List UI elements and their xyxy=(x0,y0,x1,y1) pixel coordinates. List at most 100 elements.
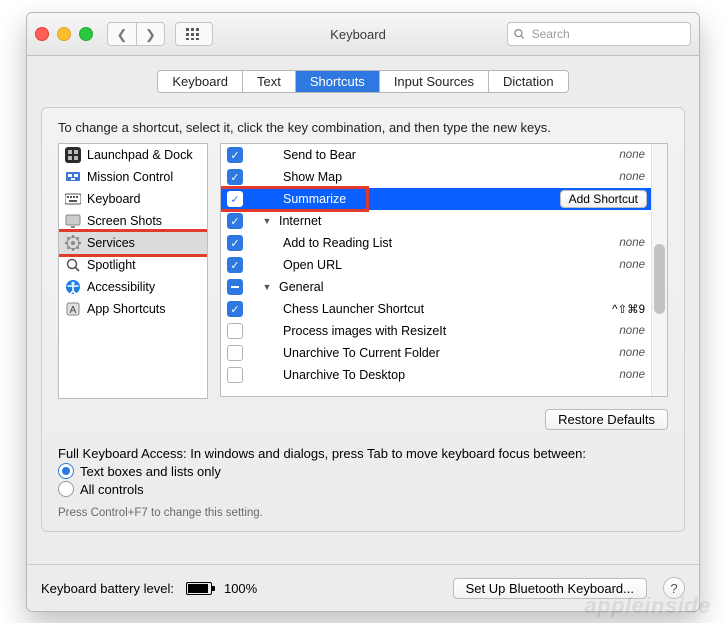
service-item-show-map[interactable]: ✓ Show Map none xyxy=(221,166,651,188)
service-checkbox[interactable]: ✓ xyxy=(227,191,243,207)
service-label: Show Map xyxy=(283,170,565,184)
search-icon xyxy=(514,28,525,40)
restore-defaults-button[interactable]: Restore Defaults xyxy=(545,409,668,430)
disclosure-triangle-icon[interactable]: ▼ xyxy=(261,216,273,226)
mission-icon xyxy=(65,169,81,185)
grid-icon xyxy=(186,28,202,40)
tab-input-sources[interactable]: Input Sources xyxy=(380,71,489,92)
screenshots-icon xyxy=(65,213,81,229)
categories-list[interactable]: Launchpad & Dock Mission Control Keyboard S… xyxy=(58,143,208,399)
service-checkbox[interactable] xyxy=(227,345,243,361)
service-label: Add to Reading List xyxy=(283,236,565,250)
battery-percent: 100% xyxy=(224,581,257,596)
service-checkbox[interactable]: ✓ xyxy=(227,147,243,163)
fka-radio-textboxes[interactable] xyxy=(58,463,74,479)
launchpad-icon xyxy=(65,147,81,163)
fka-radio-allcontrols[interactable] xyxy=(58,481,74,497)
instructions-label: To change a shortcut, select it, click t… xyxy=(58,120,668,135)
category-services[interactable]: Services xyxy=(59,232,207,254)
service-label: Unarchive To Desktop xyxy=(283,368,565,382)
service-checkbox[interactable]: ✓ xyxy=(227,257,243,273)
minimize-window-button[interactable] xyxy=(57,27,71,41)
service-item-chess-launcher-shortcut[interactable]: ✓Chess Launcher Shortcut^⇧⌘9 xyxy=(221,298,651,320)
category-label: Services xyxy=(87,236,135,250)
search-field[interactable] xyxy=(507,22,691,46)
services-icon xyxy=(65,235,81,251)
service-shortcut: none xyxy=(571,259,651,271)
service-item-summarize[interactable]: ✓ Summarize Add Shortcut xyxy=(221,188,651,210)
scrollbar-thumb[interactable] xyxy=(654,244,665,314)
disclosure-triangle-icon[interactable]: ▼ xyxy=(261,282,273,292)
category-label: App Shortcuts xyxy=(87,302,166,316)
service-shortcut: none xyxy=(571,347,651,359)
show-all-button[interactable] xyxy=(175,22,213,46)
footer: Keyboard battery level: 100% Set Up Blue… xyxy=(27,564,699,611)
service-checkbox[interactable] xyxy=(227,323,243,339)
service-label: Open URL xyxy=(283,258,565,272)
nav-back-button[interactable]: ❮ xyxy=(108,23,136,45)
fka-option-textboxes: Text boxes and lists only xyxy=(80,464,221,479)
preferences-window: ❮ ❯ Keyboard xyxy=(26,12,700,612)
service-checkbox[interactable]: ✓ xyxy=(227,235,243,251)
nav-forward-button[interactable]: ❯ xyxy=(136,23,164,45)
svg-text:A: A xyxy=(70,305,77,316)
add-shortcut-button[interactable]: Add Shortcut xyxy=(560,190,647,208)
category-label: Screen Shots xyxy=(87,214,162,228)
category-label: Mission Control xyxy=(87,170,173,184)
category-accessibility[interactable]: Accessibility xyxy=(59,276,207,298)
fka-hint: Press Control+F7 to change this setting. xyxy=(58,507,668,519)
service-checkbox[interactable]: ✓ xyxy=(227,213,243,229)
category-mission-control[interactable]: Mission Control xyxy=(59,166,207,188)
accessibility-icon xyxy=(65,279,81,295)
tab-text[interactable]: Text xyxy=(243,71,296,92)
service-shortcut: ^⇧⌘9 xyxy=(571,302,651,316)
zoom-window-button[interactable] xyxy=(79,27,93,41)
service-label: Process images with ResizeIt xyxy=(283,324,565,338)
service-group-general[interactable]: ▼General xyxy=(221,276,651,298)
prefs-tabs: KeyboardTextShortcutsInput SourcesDictat… xyxy=(157,70,568,93)
service-checkbox[interactable]: ✓ xyxy=(227,169,243,185)
service-label: Internet xyxy=(279,214,651,228)
tab-dictation[interactable]: Dictation xyxy=(489,71,568,92)
service-shortcut: none xyxy=(571,237,651,249)
service-item-unarchive-to-current-folder[interactable]: Unarchive To Current Folder none xyxy=(221,342,651,364)
service-shortcut: none xyxy=(571,171,651,183)
category-app-shortcuts[interactable]: A App Shortcuts xyxy=(59,298,207,320)
category-screen-shots[interactable]: Screen Shots xyxy=(59,210,207,232)
spotlight-icon xyxy=(65,257,81,273)
service-item-open-url[interactable]: ✓ Open URL none xyxy=(221,254,651,276)
service-group-internet[interactable]: ✓ ▼ Internet xyxy=(221,210,651,232)
search-input[interactable] xyxy=(530,26,684,42)
service-item-process-images-with-resizeit[interactable]: Process images with ResizeIt none xyxy=(221,320,651,342)
fka-prompt: Full Keyboard Access: In windows and dia… xyxy=(58,446,668,461)
service-shortcut: none xyxy=(571,325,651,337)
category-launchpad-dock[interactable]: Launchpad & Dock xyxy=(59,144,207,166)
service-label: Unarchive To Current Folder xyxy=(283,346,565,360)
tab-keyboard[interactable]: Keyboard xyxy=(158,71,243,92)
fka-option-allcontrols: All controls xyxy=(80,482,144,497)
category-label: Spotlight xyxy=(87,258,136,272)
battery-label: Keyboard battery level: xyxy=(41,581,174,596)
service-item-unarchive-to-desktop[interactable]: Unarchive To Desktop none xyxy=(221,364,651,386)
nav-back-forward: ❮ ❯ xyxy=(107,22,165,46)
close-window-button[interactable] xyxy=(35,27,49,41)
lists-container: Launchpad & Dock Mission Control Keyboard S… xyxy=(58,143,668,399)
titlebar: ❮ ❯ Keyboard xyxy=(27,13,699,56)
setup-bluetooth-button[interactable]: Set Up Bluetooth Keyboard... xyxy=(453,578,647,599)
service-checkbox[interactable] xyxy=(227,279,243,295)
service-checkbox[interactable]: ✓ xyxy=(227,301,243,317)
category-spotlight[interactable]: Spotlight xyxy=(59,254,207,276)
service-label: Summarize xyxy=(283,192,554,206)
category-keyboard[interactable]: Keyboard xyxy=(59,188,207,210)
services-scrollbar[interactable] xyxy=(651,144,667,396)
service-shortcut: none xyxy=(571,369,651,381)
services-list[interactable]: ✓ Send to Bear none ✓ Show Map none ✓ Summarize… xyxy=(220,143,668,397)
category-label: Launchpad & Dock xyxy=(87,148,193,162)
service-checkbox[interactable] xyxy=(227,367,243,383)
full-keyboard-access: Full Keyboard Access: In windows and dia… xyxy=(58,446,668,519)
tab-shortcuts[interactable]: Shortcuts xyxy=(296,71,380,92)
service-label: Send to Bear xyxy=(283,148,565,162)
service-item-add-to-reading-list[interactable]: ✓ Add to Reading List none xyxy=(221,232,651,254)
help-button[interactable]: ? xyxy=(663,577,685,599)
service-item-send-to-bear[interactable]: ✓Send to Bearnone xyxy=(221,144,651,166)
